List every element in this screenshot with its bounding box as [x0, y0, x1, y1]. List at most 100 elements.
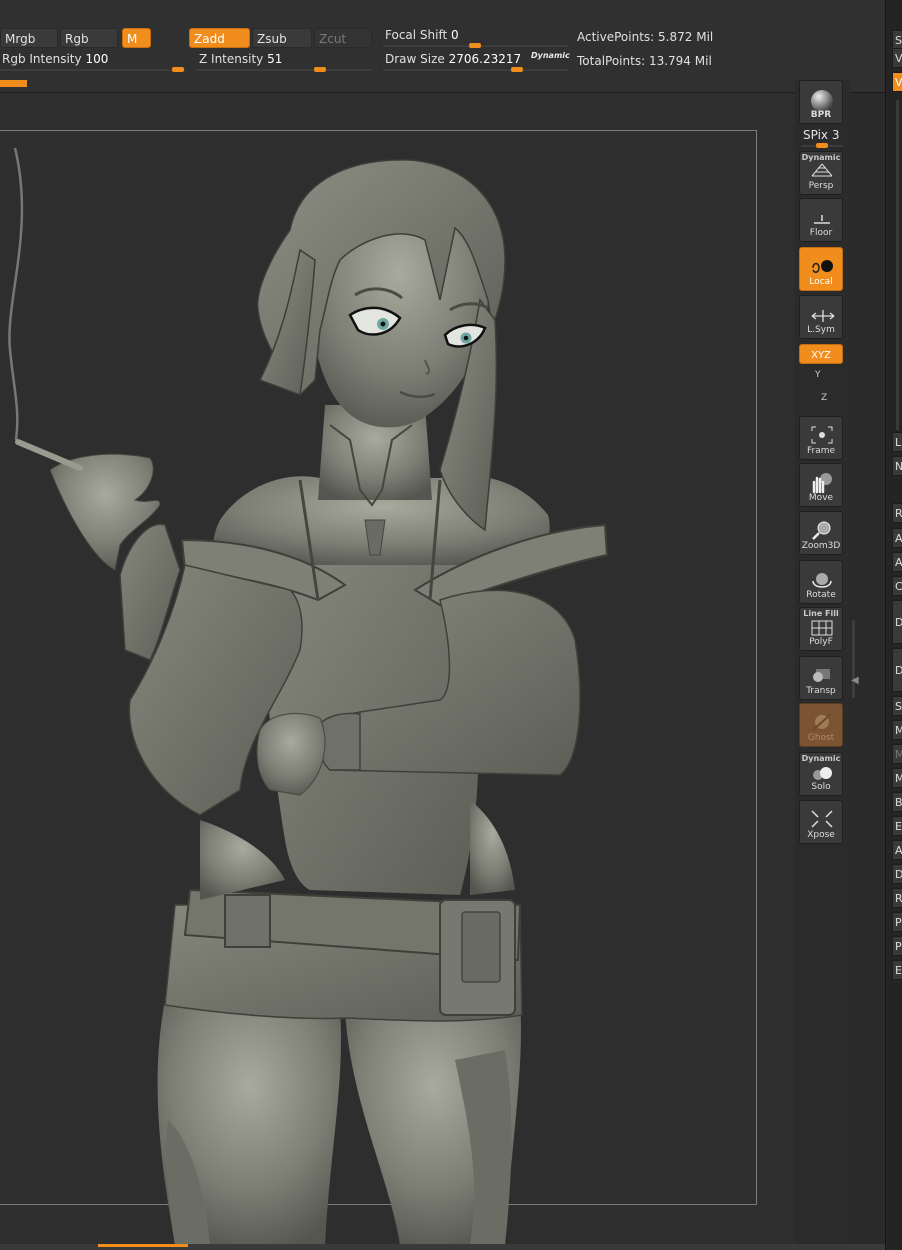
palette-item-active[interactable]: V [892, 72, 902, 92]
xpose-arrows-icon [811, 810, 833, 828]
zsub-button[interactable]: Zsub [252, 28, 312, 48]
z-intensity-slider[interactable] [196, 67, 372, 72]
sculpt-model-render[interactable] [0, 93, 795, 1245]
zoom3d-label: Zoom3D [801, 541, 841, 551]
spix-slider-track[interactable] [801, 143, 843, 148]
focal-shift-value: 0 [451, 28, 459, 42]
rgb-intensity-slider-label[interactable]: Rgb Intensity 100 [2, 52, 108, 66]
active-points-readout: ActivePoints: 5.872 Mil [577, 30, 713, 44]
y-rotate-button[interactable]: Y [815, 370, 821, 380]
top-toolbar: Mrgb Rgb M Zadd Zsub Zcut Rgb Intensity … [0, 0, 902, 93]
total-points-value: 13.794 Mil [648, 54, 712, 68]
spix-slider[interactable]: SPix 3 [803, 128, 840, 142]
xyz-label: XYZ [811, 350, 831, 361]
rgb-intensity-slider[interactable] [0, 67, 186, 72]
palette-item[interactable]: S [892, 30, 902, 50]
palette-item[interactable]: P [892, 936, 902, 956]
bottom-tray-active-tab[interactable] [98, 1244, 188, 1247]
polyframe-grid-icon [811, 620, 833, 636]
frame-icon [811, 426, 833, 444]
palette-item[interactable]: D [892, 864, 902, 884]
local-transform-icon [812, 260, 833, 273]
bpr-button[interactable]: BPR [799, 80, 843, 124]
palette-item[interactable]: A [892, 552, 902, 572]
ghost-label: Ghost [807, 733, 835, 743]
active-points-value: 5.872 Mil [658, 30, 714, 44]
palette-item[interactable]: N [892, 456, 902, 476]
palette-item[interactable]: S [892, 696, 902, 716]
solo-spheres-icon [813, 767, 832, 780]
document-canvas[interactable] [0, 93, 795, 1245]
ghost-button[interactable]: Ghost [799, 703, 843, 747]
solo-button[interactable]: Dynamic Solo [799, 752, 843, 796]
palette-item[interactable]: R [892, 503, 902, 523]
spix-value: 3 [831, 128, 840, 142]
move-button[interactable]: Move [799, 463, 843, 507]
palette-item[interactable]: V [892, 48, 902, 68]
polyf-linefill-label: Line Fill [803, 609, 839, 618]
bottom-tray [0, 1244, 885, 1250]
xyz-rotate-button[interactable]: XYZ [799, 344, 843, 364]
draw-size-slider-label[interactable]: Draw Size 2706.23217 [385, 52, 521, 66]
palette-item[interactable]: E [892, 960, 902, 980]
palette-item[interactable]: C [892, 576, 902, 596]
zcut-button[interactable]: Zcut [314, 28, 372, 48]
lsym-button[interactable]: L.Sym [799, 295, 843, 339]
zoom3d-button[interactable]: Zoom3D [799, 511, 843, 555]
z-intensity-slider-label[interactable]: Z Intensity 51 [199, 52, 282, 66]
palette-item[interactable]: M [892, 768, 902, 788]
palette-item[interactable]: B [892, 792, 902, 812]
shelf-scrollbar[interactable] [852, 620, 855, 698]
palette-item[interactable]: P [892, 912, 902, 932]
frame-button[interactable]: Frame [799, 416, 843, 460]
palette-item[interactable]: D [892, 648, 902, 692]
focal-shift-label: Focal Shift [385, 28, 448, 42]
palette-item[interactable]: M [892, 744, 902, 764]
progress-indicator [0, 80, 27, 87]
local-label: Local [809, 277, 833, 287]
persp-button[interactable]: Dynamic Persp [799, 151, 843, 195]
lsym-label: L.Sym [807, 325, 835, 335]
rotate-label: Rotate [806, 590, 836, 600]
palette-scrollbar[interactable] [896, 100, 899, 430]
palette-item[interactable]: D [892, 600, 902, 644]
dynamic-toggle[interactable]: Dynamic [531, 51, 570, 60]
persp-dynamic-label: Dynamic [801, 153, 841, 162]
spix-label: SPix [803, 128, 829, 142]
local-symmetry-icon [811, 310, 835, 322]
draw-size-slider[interactable] [383, 67, 568, 72]
total-points-readout: TotalPoints: 13.794 Mil [577, 54, 712, 68]
floor-button[interactable]: Floor [799, 198, 843, 242]
active-points-label: ActivePoints: [577, 30, 655, 44]
transp-label: Transp [806, 686, 836, 696]
rotate-button[interactable]: Rotate [799, 560, 843, 604]
m-button[interactable]: M [122, 28, 151, 48]
solo-label: Solo [811, 782, 831, 792]
zoom-magnifier-icon [812, 521, 831, 540]
right-palette-panel: S V V L N R A A C D D S M M M B E A D R … [885, 0, 902, 1250]
persp-label: Persp [808, 181, 834, 191]
draw-size-value: 2706.23217 [448, 52, 522, 66]
local-button[interactable]: Local [799, 247, 843, 291]
polyf-label: PolyF [809, 637, 833, 647]
palette-item[interactable]: L [892, 432, 902, 452]
xpose-button[interactable]: Xpose [799, 800, 843, 844]
zadd-button[interactable]: Zadd [189, 28, 250, 48]
z-intensity-label: Z Intensity [199, 52, 264, 66]
z-intensity-value: 51 [267, 52, 283, 66]
polyf-button[interactable]: Line Fill PolyF [799, 607, 843, 651]
focal-shift-slider-label[interactable]: Focal Shift 0 [385, 28, 459, 42]
xpose-label: Xpose [807, 830, 835, 840]
palette-item[interactable]: R [892, 888, 902, 908]
floor-grid-icon [814, 215, 830, 224]
palette-item[interactable]: A [892, 840, 902, 860]
palette-item[interactable]: E [892, 816, 902, 836]
focal-shift-slider[interactable] [383, 43, 568, 48]
shelf-collapse-arrow-icon[interactable]: ◀ [851, 675, 859, 686]
mrgb-button[interactable]: Mrgb [0, 28, 58, 48]
rgb-button[interactable]: Rgb [60, 28, 118, 48]
palette-item[interactable]: M [892, 720, 902, 740]
transp-button[interactable]: Transp [799, 656, 843, 700]
z-rotate-button[interactable]: Z [821, 393, 827, 403]
palette-item[interactable]: A [892, 528, 902, 548]
